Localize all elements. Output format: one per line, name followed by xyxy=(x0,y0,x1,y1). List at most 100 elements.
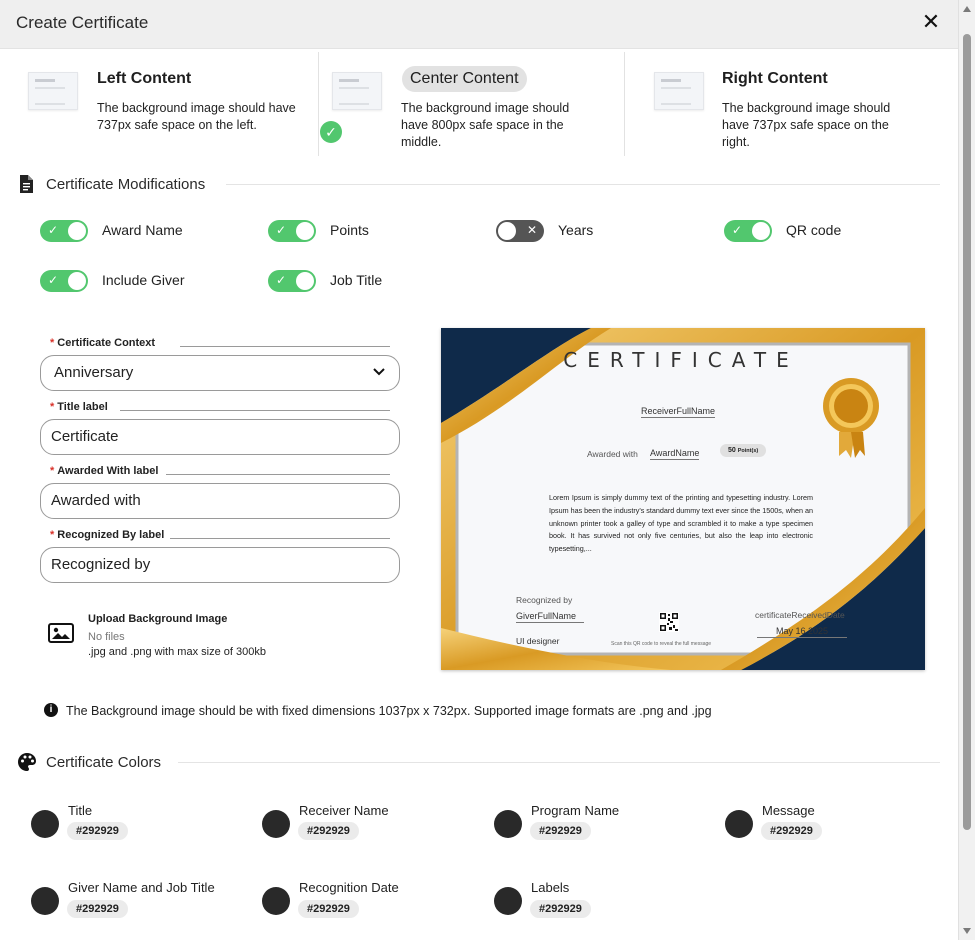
image-icon[interactable] xyxy=(48,622,74,644)
field-notch-line xyxy=(120,410,390,411)
color-swatch[interactable] xyxy=(262,810,290,838)
scroll-up-arrow[interactable] xyxy=(963,6,971,12)
document-icon xyxy=(20,175,33,193)
scrollbar-thumb[interactable] xyxy=(963,34,971,830)
color-swatch[interactable] xyxy=(31,810,59,838)
info-text: The Background image should be with fixe… xyxy=(66,704,712,718)
field-label-text: Awarded With label xyxy=(57,465,159,477)
field-notch-line xyxy=(166,474,390,475)
layout-thumbnail xyxy=(332,72,382,110)
upload-files-status: No files xyxy=(88,631,125,643)
field-label: * Awarded With label xyxy=(50,465,165,477)
points-value: 50 xyxy=(728,447,736,454)
color-hex: #292929 xyxy=(67,900,128,918)
layout-option-description: The background image should have 737px s… xyxy=(97,101,296,132)
color-name: Title xyxy=(68,803,93,818)
certificate-message: Lorem Ipsum is simply dummy text of the … xyxy=(549,493,813,554)
section-title: Certificate Colors xyxy=(46,754,162,771)
scrollbar[interactable] xyxy=(958,0,975,940)
layout-option-title: Left Content xyxy=(97,70,192,87)
layout-option-title: Center Content xyxy=(402,66,527,92)
close-icon[interactable]: ✕ xyxy=(919,10,943,34)
color-swatch[interactable] xyxy=(494,887,522,915)
layout-option-left[interactable]: Left Content The background image should… xyxy=(28,50,313,156)
toggle-switch[interactable]: ✕ xyxy=(496,220,544,242)
modifications-heading: Certificate Modifications xyxy=(18,175,238,195)
layout-option-right[interactable]: Right Content The background image shoul… xyxy=(654,50,944,156)
info-icon: i xyxy=(44,703,58,717)
color-item-recognition-date: Recognition Date #292929 xyxy=(262,880,462,927)
section-title: Certificate Modifications xyxy=(46,176,206,193)
color-item-message: Message #292929 xyxy=(725,803,925,850)
certificate-giver: GiverFullName xyxy=(516,611,584,623)
recognized-by-label-field[interactable]: * Recognized By label Recognized by xyxy=(40,529,400,583)
toggle-switch[interactable]: ✓ xyxy=(268,220,316,242)
toggle-label: Points xyxy=(330,222,369,238)
field-notch-line xyxy=(180,346,390,347)
color-hex: #292929 xyxy=(530,822,591,840)
color-hex: #292929 xyxy=(298,900,359,918)
required-mark: * xyxy=(50,529,55,541)
color-item-giver-name-job-title: Giver Name and Job Title #292929 xyxy=(31,880,231,927)
field-label-text: Certificate Context xyxy=(57,337,156,349)
input-value: Certificate xyxy=(51,428,119,445)
field-notch-line xyxy=(166,538,390,539)
certificate-awarded-with: Awarded with xyxy=(587,449,638,459)
layout-thumbnail xyxy=(654,72,704,110)
dialog-title: Create Certificate xyxy=(16,13,149,32)
toggle-switch[interactable]: ✓ xyxy=(40,270,88,292)
dialog-header: Create Certificate ✕ xyxy=(0,0,958,49)
colors-heading: Certificate Colors xyxy=(18,753,198,773)
certificate-recognized-by: Recognized by xyxy=(516,595,573,605)
color-name: Labels xyxy=(531,880,570,895)
certificate-preview: CERTIFICATE ReceiverFullName Awarded wit… xyxy=(441,328,925,670)
title-label-field[interactable]: * Title label Certificate xyxy=(40,401,400,455)
upload-background-image[interactable]: Upload Background Image No files .jpg an… xyxy=(48,612,348,662)
field-label: * Recognized By label xyxy=(50,529,171,541)
divider xyxy=(226,184,940,185)
field-label-text: Recognized By label xyxy=(57,529,165,541)
color-swatch[interactable] xyxy=(31,887,59,915)
qr-code-icon xyxy=(659,612,679,632)
certificate-qr-caption: Scan this QR code to reveal the full mes… xyxy=(611,641,712,647)
toggle-switch[interactable]: ✓ xyxy=(268,270,316,292)
color-swatch[interactable] xyxy=(262,887,290,915)
divider xyxy=(624,52,625,156)
divider xyxy=(318,52,319,156)
check-circle-icon: ✓ xyxy=(320,121,342,143)
chevron-down-icon[interactable] xyxy=(372,365,386,379)
color-item-title: Title #292929 xyxy=(31,803,231,850)
layout-option-description: The background image should have 800px s… xyxy=(401,101,570,149)
scroll-down-arrow[interactable] xyxy=(963,928,971,934)
toggle-switch[interactable]: ✓ xyxy=(724,220,772,242)
color-name: Giver Name and Job Title xyxy=(68,880,215,895)
toggle-label: Job Title xyxy=(330,272,383,288)
required-mark: * xyxy=(50,337,55,349)
color-item-program-name: Program Name #292929 xyxy=(494,803,694,850)
certificate-date-value: May 16 2025 xyxy=(757,626,847,638)
certificate-job-title: UI designer xyxy=(516,636,560,646)
required-mark: * xyxy=(50,401,55,413)
toggle-switch[interactable]: ✓ xyxy=(40,220,88,242)
toggle-label: QR code xyxy=(786,222,842,238)
certificate-award-name: AwardName xyxy=(650,448,700,460)
color-item-labels: Labels #292929 xyxy=(494,880,694,927)
awarded-with-label-field[interactable]: * Awarded With label Awarded with xyxy=(40,465,400,519)
certificate-points-badge: 50 Point(s) xyxy=(720,444,767,457)
certificate-title: CERTIFICATE xyxy=(563,348,799,372)
toggle-label: Award Name xyxy=(102,222,183,238)
select-value: Anniversary xyxy=(54,364,134,381)
color-item-receiver-name: Receiver Name #292929 xyxy=(262,803,462,850)
certificate-context-select[interactable]: * Certificate Context Anniversary xyxy=(40,337,400,391)
field-label-text: Title label xyxy=(57,401,108,413)
input-value: Recognized by xyxy=(51,556,151,573)
input-value: Awarded with xyxy=(51,492,141,509)
color-name: Program Name xyxy=(531,803,620,818)
layout-thumbnail xyxy=(28,72,78,110)
color-swatch[interactable] xyxy=(725,810,753,838)
layout-option-center[interactable]: Center Content The background image shou… xyxy=(320,50,620,156)
palette-icon xyxy=(18,753,36,771)
required-mark: * xyxy=(50,465,55,477)
certificate-date-label: certificateReceivedDate xyxy=(755,610,845,620)
color-swatch[interactable] xyxy=(494,810,522,838)
